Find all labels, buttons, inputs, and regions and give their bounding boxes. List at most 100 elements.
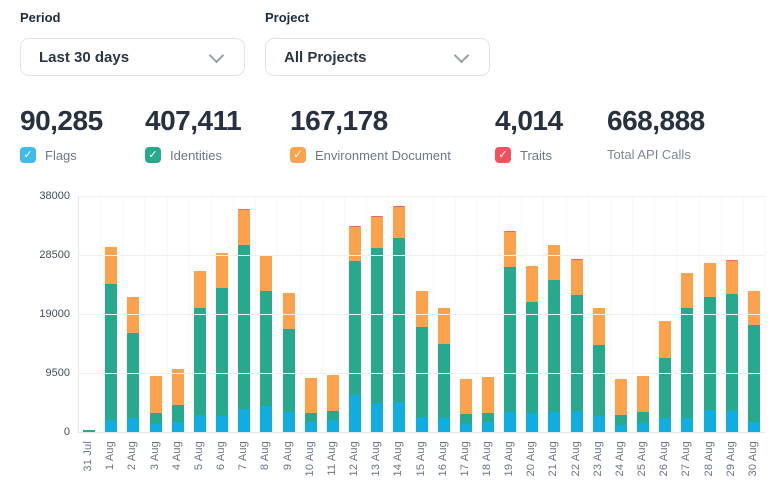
bar-segment-environment-document xyxy=(571,260,583,295)
bar-segment-flags xyxy=(238,409,250,432)
bar-segment-environment-document xyxy=(659,321,671,358)
bar-11-aug[interactable] xyxy=(327,375,339,432)
bar-20-aug[interactable] xyxy=(526,266,538,432)
bar-segment-flags xyxy=(416,417,428,432)
bar-30-aug[interactable] xyxy=(748,291,760,432)
bar-7-aug[interactable] xyxy=(238,209,250,432)
bar-15-aug[interactable] xyxy=(416,291,428,432)
bar-12-aug[interactable] xyxy=(349,226,361,432)
bar-24-aug[interactable] xyxy=(615,379,627,432)
x-gridline xyxy=(676,196,677,432)
bar-segment-environment-document xyxy=(504,232,516,267)
bar-segment-identities xyxy=(526,302,538,414)
y-axis-tick-label: 0 xyxy=(0,426,70,438)
x-axis-tick-label: 29 Aug xyxy=(725,441,738,476)
x-axis-tick-label: 7 Aug xyxy=(237,441,250,470)
x-axis-tick-label: 16 Aug xyxy=(437,441,450,476)
bar-29-aug[interactable] xyxy=(726,260,738,432)
bar-segment-flags xyxy=(548,412,560,432)
bar-segment-flags xyxy=(748,422,760,432)
bar-segment-identities xyxy=(416,327,428,417)
bar-segment-flags xyxy=(460,424,472,432)
bar-segment-identities xyxy=(283,329,295,412)
environment-document-checkbox[interactable]: ✓ xyxy=(290,147,306,163)
traits-count: 4,014 xyxy=(495,104,563,138)
bar-segment-environment-document xyxy=(327,375,339,411)
x-axis-tick-label: 5 Aug xyxy=(193,441,206,470)
traits-checkbox[interactable]: ✓ xyxy=(495,147,511,163)
bar-28-aug[interactable] xyxy=(704,263,716,432)
bar-1-aug[interactable] xyxy=(105,247,117,432)
bar-segment-environment-document xyxy=(748,291,760,325)
bar-2-aug[interactable] xyxy=(127,297,139,432)
bar-segment-environment-document xyxy=(127,297,139,333)
bar-segment-identities xyxy=(593,345,605,416)
bar-segment-identities xyxy=(194,308,206,415)
bar-segment-identities xyxy=(548,280,560,412)
bar-18-aug[interactable] xyxy=(482,377,494,432)
bar-segment-flags xyxy=(371,403,383,432)
bar-4-aug[interactable] xyxy=(172,369,184,432)
x-axis-tick-label: 21 Aug xyxy=(547,441,560,476)
bar-17-aug[interactable] xyxy=(460,379,472,432)
bar-19-aug[interactable] xyxy=(504,231,516,432)
bar-21-aug[interactable] xyxy=(548,245,560,432)
bar-segment-environment-document xyxy=(172,369,184,405)
flags-label: Flags xyxy=(45,148,77,163)
bar-segment-identities xyxy=(571,295,583,411)
bar-6-aug[interactable] xyxy=(216,253,228,432)
stat-total-api-calls: 668,888 Total API Calls xyxy=(607,104,705,162)
bar-segment-environment-document xyxy=(526,266,538,302)
bar-3-aug[interactable] xyxy=(150,376,162,432)
project-dropdown[interactable]: All Projects xyxy=(265,38,490,76)
flags-checkbox[interactable]: ✓ xyxy=(20,147,36,163)
bar-13-aug[interactable] xyxy=(371,216,383,432)
x-gridline xyxy=(144,196,145,432)
x-gridline xyxy=(632,196,633,432)
bar-segment-environment-document xyxy=(704,263,716,296)
bar-segment-identities xyxy=(172,405,184,422)
stat-environment-document: 167,178 ✓ Environment Document xyxy=(290,104,451,163)
x-gridline xyxy=(610,196,611,432)
bar-segment-identities xyxy=(216,288,228,416)
x-axis-tick-label: 12 Aug xyxy=(348,441,361,476)
bar-16-aug[interactable] xyxy=(438,308,450,432)
y-gridline xyxy=(78,196,765,197)
x-axis-tick-label: 23 Aug xyxy=(592,441,605,476)
x-gridline xyxy=(765,196,766,432)
stat-flags: 90,285 ✓ Flags xyxy=(20,104,103,163)
bar-segment-flags xyxy=(105,420,117,432)
x-gridline xyxy=(344,196,345,432)
bar-segment-environment-document xyxy=(393,207,405,239)
x-axis-tick-label: 22 Aug xyxy=(570,441,583,476)
x-gridline xyxy=(743,196,744,432)
y-axis-tick-label: 38000 xyxy=(0,190,70,202)
bar-segment-flags xyxy=(438,418,450,432)
x-axis-tick-label: 15 Aug xyxy=(415,441,428,476)
x-axis-tick-label: 19 Aug xyxy=(503,441,516,476)
x-gridline xyxy=(167,196,168,432)
x-gridline xyxy=(588,196,589,432)
y-gridline xyxy=(78,255,765,256)
bar-10-aug[interactable] xyxy=(305,378,317,432)
bar-8-aug[interactable] xyxy=(260,255,272,432)
api-usage-stacked-bar-chart: 0950019000285003800031 Jul1 Aug2 Aug3 Au… xyxy=(0,180,780,501)
bar-segment-environment-document xyxy=(548,245,560,280)
bar-segment-environment-document xyxy=(216,253,228,287)
bar-segment-environment-document xyxy=(238,210,250,245)
bar-27-aug[interactable] xyxy=(681,273,693,432)
period-dropdown[interactable]: Last 30 days xyxy=(20,38,245,76)
bar-14-aug[interactable] xyxy=(393,206,405,432)
bar-segment-identities xyxy=(327,411,339,420)
bar-segment-identities xyxy=(238,245,250,409)
x-gridline xyxy=(211,196,212,432)
period-dropdown-value: Last 30 days xyxy=(21,49,211,66)
identities-checkbox[interactable]: ✓ xyxy=(145,147,161,163)
usage-dashboard: Period Last 30 days Project All Projects… xyxy=(0,0,780,501)
bar-22-aug[interactable] xyxy=(571,259,583,432)
bar-26-aug[interactable] xyxy=(659,321,671,432)
bar-segment-identities xyxy=(349,261,361,395)
bar-23-aug[interactable] xyxy=(593,308,605,432)
bar-25-aug[interactable] xyxy=(637,376,649,432)
bar-5-aug[interactable] xyxy=(194,271,206,432)
